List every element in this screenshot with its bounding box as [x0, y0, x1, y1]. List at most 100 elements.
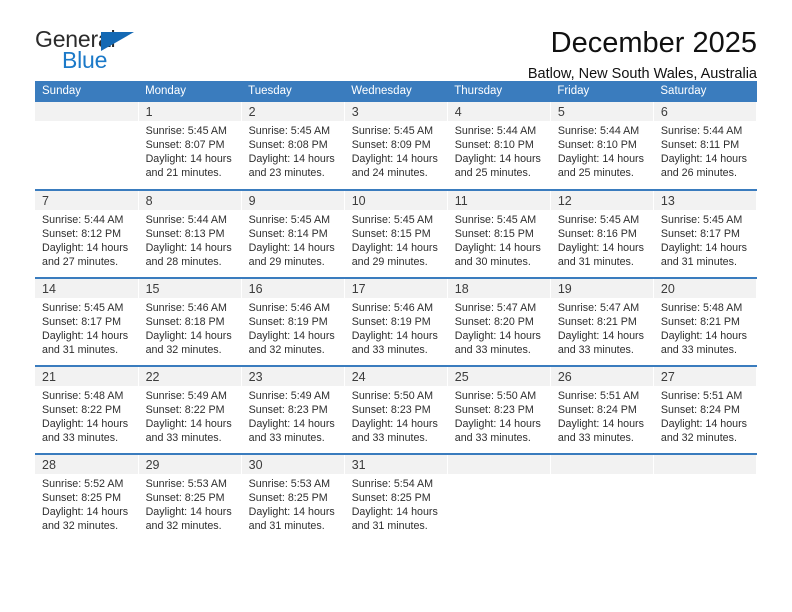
daylight-duration-line-2: and 33 minutes. [248, 432, 325, 445]
calendar-cell: 18 Sunrise: 5:47 AM Sunset: 8:20 PM Dayligh… [447, 277, 551, 366]
sunset-time: Sunset: 8:10 PM [557, 139, 637, 152]
day-number: 29 [138, 455, 241, 474]
weekday-header-sunday: Sunday [35, 81, 139, 102]
calendar-cell: 8 Sunrise: 5:44 AM Sunset: 8:13 PM Daylight… [138, 189, 242, 278]
sunrise-time: Sunrise: 5:50 AM [454, 390, 537, 402]
day-cell[interactable]: 19 Sunrise: 5:47 AM Sunset: 8:21 PM Dayligh… [550, 279, 653, 365]
day-cell[interactable]: 12 Sunrise: 5:45 AM Sunset: 8:16 PM Dayligh… [550, 191, 653, 277]
sunrise-time: Sunrise: 5:47 AM [557, 302, 640, 314]
day-cell[interactable]: 26 Sunrise: 5:51 AM Sunset: 8:24 PM Dayligh… [550, 367, 653, 453]
day-cell[interactable]: 3 Sunrise: 5:45 AM Sunset: 8:09 PM Daylight… [344, 102, 447, 189]
sunrise-time: Sunrise: 5:49 AM [145, 390, 227, 402]
daylight-duration-line-1: Daylight: 14 hours [248, 330, 335, 343]
day-cell[interactable]: 20 Sunrise: 5:48 AM Sunset: 8:21 PM Dayligh… [653, 279, 756, 365]
day-number: 22 [138, 367, 241, 386]
day-cell[interactable]: 2 Sunrise: 5:45 AM Sunset: 8:08 PM Daylight… [241, 102, 344, 189]
day-number: 28 [35, 455, 138, 474]
calendar-cell: 5 Sunrise: 5:44 AM Sunset: 8:10 PM Daylight… [550, 102, 654, 190]
day-number: 16 [241, 279, 344, 298]
day-details: Sunrise: 5:45 AM Sunset: 8:15 PM Daylight:… [345, 210, 447, 269]
day-cell[interactable]: 16 Sunrise: 5:46 AM Sunset: 8:19 PM Dayligh… [241, 279, 344, 365]
sunset-time: Sunset: 8:08 PM [248, 139, 328, 152]
daylight-duration-line-2: and 32 minutes. [248, 344, 325, 357]
day-cell[interactable]: 6 Sunrise: 5:44 AM Sunset: 8:11 PM Daylight… [653, 102, 756, 189]
page-header: General Blue December 2025 Batlow, New S… [35, 0, 757, 82]
daylight-duration-line-1: Daylight: 14 hours [351, 418, 438, 431]
day-cell[interactable]: 29 Sunrise: 5:53 AM Sunset: 8:25 PM Dayligh… [138, 455, 241, 542]
day-cell[interactable]: 17 Sunrise: 5:46 AM Sunset: 8:19 PM Dayligh… [344, 279, 447, 365]
day-cell[interactable]: 31 Sunrise: 5:54 AM Sunset: 8:25 PM Dayligh… [344, 455, 447, 542]
sunrise-time: Sunrise: 5:48 AM [42, 390, 124, 402]
calendar-cell: 30 Sunrise: 5:53 AM Sunset: 8:25 PM Dayligh… [241, 453, 345, 542]
day-number: 19 [550, 279, 653, 298]
sunset-time: Sunset: 8:16 PM [557, 228, 637, 241]
day-cell[interactable]: 25 Sunrise: 5:50 AM Sunset: 8:23 PM Dayligh… [447, 367, 550, 453]
general-blue-logo[interactable]: General Blue [35, 28, 155, 76]
calendar-cell: 25 Sunrise: 5:50 AM Sunset: 8:23 PM Dayligh… [447, 365, 551, 454]
daylight-duration-line-1: Daylight: 14 hours [42, 418, 129, 431]
day-details: Sunrise: 5:50 AM Sunset: 8:23 PM Daylight:… [345, 386, 447, 445]
calendar-cell: 16 Sunrise: 5:46 AM Sunset: 8:19 PM Dayligh… [241, 277, 345, 366]
sunrise-time: Sunrise: 5:45 AM [248, 214, 331, 226]
location-subtitle: Batlow, New South Wales, Australia [527, 66, 757, 83]
daylight-duration-line-2: and 25 minutes. [454, 167, 531, 180]
day-details: Sunrise: 5:48 AM Sunset: 8:21 PM Daylight:… [654, 298, 756, 357]
day-cell[interactable]: 1 Sunrise: 5:45 AM Sunset: 8:07 PM Daylight… [138, 102, 241, 189]
daylight-duration-line-1: Daylight: 14 hours [351, 330, 438, 343]
daylight-duration-line-1: Daylight: 14 hours [248, 506, 335, 519]
day-number [35, 102, 138, 121]
day-cell[interactable]: 22 Sunrise: 5:49 AM Sunset: 8:22 PM Dayligh… [138, 367, 241, 453]
daylight-duration-line-1: Daylight: 14 hours [145, 418, 232, 431]
day-cell[interactable]: 8 Sunrise: 5:44 AM Sunset: 8:13 PM Daylight… [138, 191, 241, 277]
daylight-duration-line-2: and 23 minutes. [248, 167, 325, 180]
logo-text-blue: Blue [62, 47, 108, 73]
daylight-duration-line-1: Daylight: 14 hours [145, 242, 232, 255]
day-details: Sunrise: 5:45 AM Sunset: 8:14 PM Daylight:… [242, 210, 344, 269]
day-cell[interactable]: 7 Sunrise: 5:44 AM Sunset: 8:12 PM Daylight… [35, 191, 138, 277]
day-number: 3 [344, 102, 447, 121]
day-cell[interactable]: 5 Sunrise: 5:44 AM Sunset: 8:10 PM Daylight… [550, 102, 653, 189]
day-cell[interactable]: 11 Sunrise: 5:45 AM Sunset: 8:15 PM Dayligh… [447, 191, 550, 277]
day-cell[interactable]: 23 Sunrise: 5:49 AM Sunset: 8:23 PM Dayligh… [241, 367, 344, 453]
day-cell[interactable]: 18 Sunrise: 5:47 AM Sunset: 8:20 PM Dayligh… [447, 279, 550, 365]
sunrise-time: Sunrise: 5:46 AM [248, 302, 331, 314]
sunrise-time: Sunrise: 5:45 AM [145, 125, 227, 137]
day-number: 1 [138, 102, 241, 121]
daylight-duration-line-2: and 33 minutes. [351, 344, 428, 357]
calendar-week-row: 21 Sunrise: 5:48 AM Sunset: 8:22 PM Dayligh… [35, 365, 758, 454]
day-cell[interactable]: 14 Sunrise: 5:45 AM Sunset: 8:17 PM Dayligh… [35, 279, 138, 365]
daylight-duration-line-1: Daylight: 14 hours [351, 153, 438, 166]
calendar-cell: 29 Sunrise: 5:53 AM Sunset: 8:25 PM Dayligh… [138, 453, 242, 542]
day-cell[interactable]: 28 Sunrise: 5:52 AM Sunset: 8:25 PM Dayligh… [35, 455, 138, 542]
day-details: Sunrise: 5:53 AM Sunset: 8:25 PM Daylight:… [242, 474, 344, 533]
day-details: Sunrise: 5:45 AM Sunset: 8:08 PM Daylight:… [242, 121, 344, 180]
day-number: 17 [344, 279, 447, 298]
sunset-time: Sunset: 8:15 PM [454, 228, 534, 241]
day-cell[interactable]: 27 Sunrise: 5:51 AM Sunset: 8:24 PM Dayligh… [653, 367, 756, 453]
calendar-cell [653, 453, 758, 542]
calendar-cell [447, 453, 551, 542]
day-cell[interactable]: 10 Sunrise: 5:45 AM Sunset: 8:15 PM Dayligh… [344, 191, 447, 277]
daylight-duration-line-2: and 27 minutes. [42, 256, 119, 269]
sunrise-time: Sunrise: 5:53 AM [248, 478, 331, 490]
daylight-duration-line-2: and 32 minutes. [42, 520, 119, 533]
sunset-time: Sunset: 8:09 PM [351, 139, 431, 152]
day-number: 27 [653, 367, 756, 386]
sunrise-time: Sunrise: 5:45 AM [454, 214, 537, 226]
calendar-cell: 13 Sunrise: 5:45 AM Sunset: 8:17 PM Dayligh… [653, 189, 758, 278]
daylight-duration-line-2: and 29 minutes. [351, 256, 428, 269]
day-cell[interactable]: 21 Sunrise: 5:48 AM Sunset: 8:22 PM Dayligh… [35, 367, 138, 453]
day-cell[interactable]: 30 Sunrise: 5:53 AM Sunset: 8:25 PM Dayligh… [241, 455, 344, 542]
day-cell[interactable]: 4 Sunrise: 5:44 AM Sunset: 8:10 PM Daylight… [447, 102, 550, 189]
calendar-cell: 14 Sunrise: 5:45 AM Sunset: 8:17 PM Dayligh… [35, 277, 139, 366]
day-cell[interactable]: 15 Sunrise: 5:46 AM Sunset: 8:18 PM Dayligh… [138, 279, 241, 365]
calendar-cell: 10 Sunrise: 5:45 AM Sunset: 8:15 PM Dayligh… [344, 189, 448, 278]
weekday-header-tuesday: Tuesday [241, 81, 345, 102]
day-cell[interactable]: 24 Sunrise: 5:50 AM Sunset: 8:23 PM Dayligh… [344, 367, 447, 453]
day-cell[interactable]: 13 Sunrise: 5:45 AM Sunset: 8:17 PM Dayligh… [653, 191, 756, 277]
sunrise-time: Sunrise: 5:53 AM [145, 478, 227, 490]
day-cell[interactable]: 9 Sunrise: 5:45 AM Sunset: 8:14 PM Daylight… [241, 191, 344, 277]
sunset-time: Sunset: 8:24 PM [557, 404, 637, 417]
sunset-time: Sunset: 8:18 PM [145, 316, 225, 329]
sunset-time: Sunset: 8:21 PM [557, 316, 637, 329]
